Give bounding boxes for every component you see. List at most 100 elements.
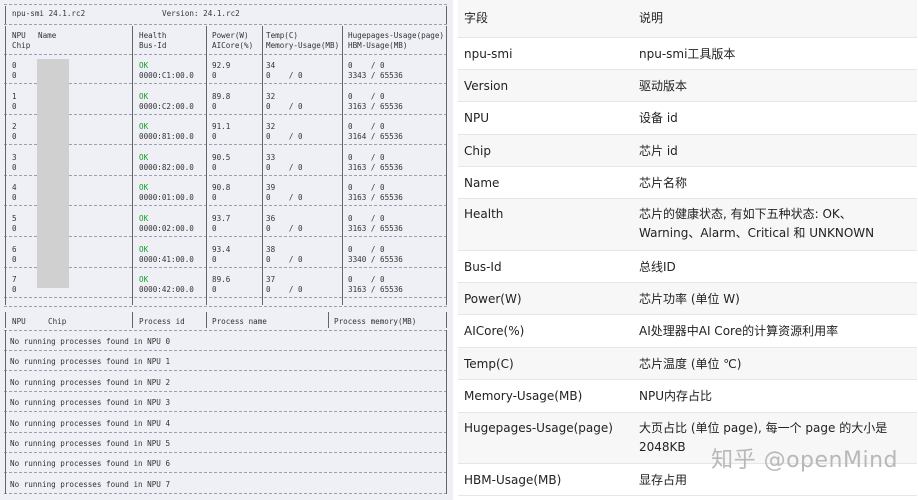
column-divider — [132, 26, 133, 305]
aicore-value: 0 — [212, 224, 217, 233]
chip-id: 0 — [12, 162, 17, 172]
field-name: Version — [458, 69, 633, 102]
table-row: Bus-Id 总线ID — [458, 250, 917, 283]
process-separator — [4, 350, 447, 351]
chip-id: 0 — [12, 71, 17, 80]
hbm-usage: 3163 / 65536 — [348, 162, 403, 172]
hbm-usage: 3343 / 65536 — [348, 71, 403, 80]
table-row: Temp(C) 芯片温度 (单位 ℃) — [458, 347, 917, 380]
no-process-message: No running processes found in NPU 5 — [10, 439, 171, 448]
column-divider — [5, 330, 6, 494]
field-name: AICore(%) — [458, 314, 633, 348]
field-name: Hugepages-Usage(page) — [458, 412, 633, 464]
chip-id: 0 — [12, 285, 17, 295]
field-description: 芯片的健康状态, 有如下五种状态: OK、Warning、Alarm、Criti… — [633, 198, 917, 251]
npu-smi-version-label: npu-smi 24.1.rc2 — [12, 9, 86, 18]
field-name: HBM-Usage(MB) — [458, 463, 633, 496]
column-divider — [446, 26, 447, 305]
column-header-field: 字段 — [458, 0, 633, 38]
hbm-usage: 3340 / 65536 — [348, 254, 403, 264]
proc-header-npu: NPU — [12, 317, 26, 326]
process-separator — [4, 492, 447, 494]
bus-id: 0000:01:00.0 — [139, 193, 194, 203]
proc-header-process-name: Process name — [212, 317, 267, 326]
aicore-value: 0 — [212, 101, 217, 111]
row-separator — [4, 236, 447, 237]
table-row: Health 芯片的健康状态, 有如下五种状态: OK、Warning、Alarm… — [458, 198, 917, 251]
proc-header-process-id: Process id — [139, 317, 185, 326]
field-description: NPU内存占比 — [633, 379, 917, 413]
header-busid: Bus-Id — [139, 41, 167, 50]
no-process-message: No running processes found in NPU 2 — [10, 377, 171, 387]
hbm-usage: 3164 / 65536 — [348, 132, 403, 142]
column-divider — [206, 26, 207, 305]
field-description: 芯片功率 (单位 W) — [633, 282, 917, 315]
bus-id: 0000:81:00.0 — [139, 132, 194, 142]
hbm-usage: 3163 / 65536 — [348, 101, 403, 111]
table-row: AICore(%) AI处理器中AI Core的计算资源利用率 — [458, 314, 917, 348]
bus-id: 0000:41:00.0 — [139, 254, 194, 264]
field-description: 芯片名称 — [633, 166, 917, 199]
row-separator — [4, 297, 447, 299]
column-divider — [342, 26, 343, 305]
field-description: 驱动版本 — [633, 69, 917, 102]
aicore-value: 0 — [212, 132, 217, 142]
no-process-message: No running processes found in NPU 1 — [10, 357, 171, 367]
header-name: Name — [38, 31, 57, 40]
column-divider — [206, 312, 207, 328]
header-memory: Memory-Usage(MB) — [266, 41, 340, 50]
column-divider — [446, 312, 447, 328]
memory-usage: 0 / 0 — [266, 71, 303, 80]
field-description: 总线ID — [633, 250, 917, 283]
column-divider — [132, 312, 133, 328]
column-divider — [5, 6, 6, 24]
table-row: Power(W) 芯片功率 (单位 W) — [458, 282, 917, 315]
field-description-table-panel: 字段 说明 npu-smi npu-smi工具版本 Version 驱动版本 NPU 设备 i… — [458, 0, 918, 500]
no-process-message: No running processes found in NPU 4 — [10, 418, 171, 428]
aicore-value: 0 — [212, 71, 217, 80]
bus-id: 0000:82:00.0 — [139, 162, 194, 172]
row-separator — [4, 83, 447, 84]
bus-id: 0000:02:00.0 — [139, 224, 194, 233]
header-hbm: HBM-Usage(MB) — [348, 41, 408, 50]
column-divider — [5, 26, 6, 305]
field-name: Health — [458, 198, 633, 251]
memory-usage: 0 / 0 — [266, 285, 303, 295]
field-name: NPU — [458, 101, 633, 135]
aicore-value: 0 — [212, 193, 217, 203]
proc-header-process-memory: Process memory(MB) — [334, 317, 417, 326]
field-name: Bus-Id — [458, 250, 633, 283]
watermark: 知乎 @openMind — [711, 448, 898, 473]
row-separator — [4, 266, 447, 268]
table-row: NPU 设备 id — [458, 101, 917, 135]
table-row: npu-smi npu-smi工具版本 — [458, 37, 917, 70]
process-separator — [4, 431, 447, 433]
hbm-usage: 3163 / 65536 — [348, 224, 403, 233]
process-top-border — [4, 306, 447, 307]
field-name: Temp(C) — [458, 347, 633, 380]
table-header-row: 字段 说明 — [458, 0, 917, 38]
column-divider — [5, 312, 6, 328]
column-header-description: 说明 — [633, 0, 917, 38]
memory-usage: 0 / 0 — [266, 162, 303, 172]
separator — [4, 24, 447, 25]
bus-id: 0000:C2:00.0 — [139, 101, 194, 111]
chip-id: 0 — [12, 254, 17, 264]
chip-id: 0 — [12, 132, 17, 142]
memory-usage: 0 / 0 — [266, 101, 303, 111]
aicore-value: 0 — [212, 285, 217, 295]
header-chip: Chip — [12, 41, 31, 50]
row-separator — [4, 205, 447, 207]
table-row: Chip 芯片 id — [458, 134, 917, 167]
field-description: AI处理器中AI Core的计算资源利用率 — [633, 314, 917, 348]
proc-header-chip: Chip — [48, 317, 67, 326]
chip-id: 0 — [12, 224, 17, 233]
table-row: Name 芯片名称 — [458, 166, 917, 199]
no-process-message: No running processes found in NPU 6 — [10, 459, 171, 469]
process-separator — [4, 370, 447, 372]
row-separator — [4, 174, 447, 176]
process-separator — [4, 452, 447, 453]
no-process-message: No running processes found in NPU 0 — [10, 337, 171, 346]
row-separator — [4, 144, 447, 146]
field-description: 芯片温度 (单位 ℃) — [633, 347, 917, 380]
